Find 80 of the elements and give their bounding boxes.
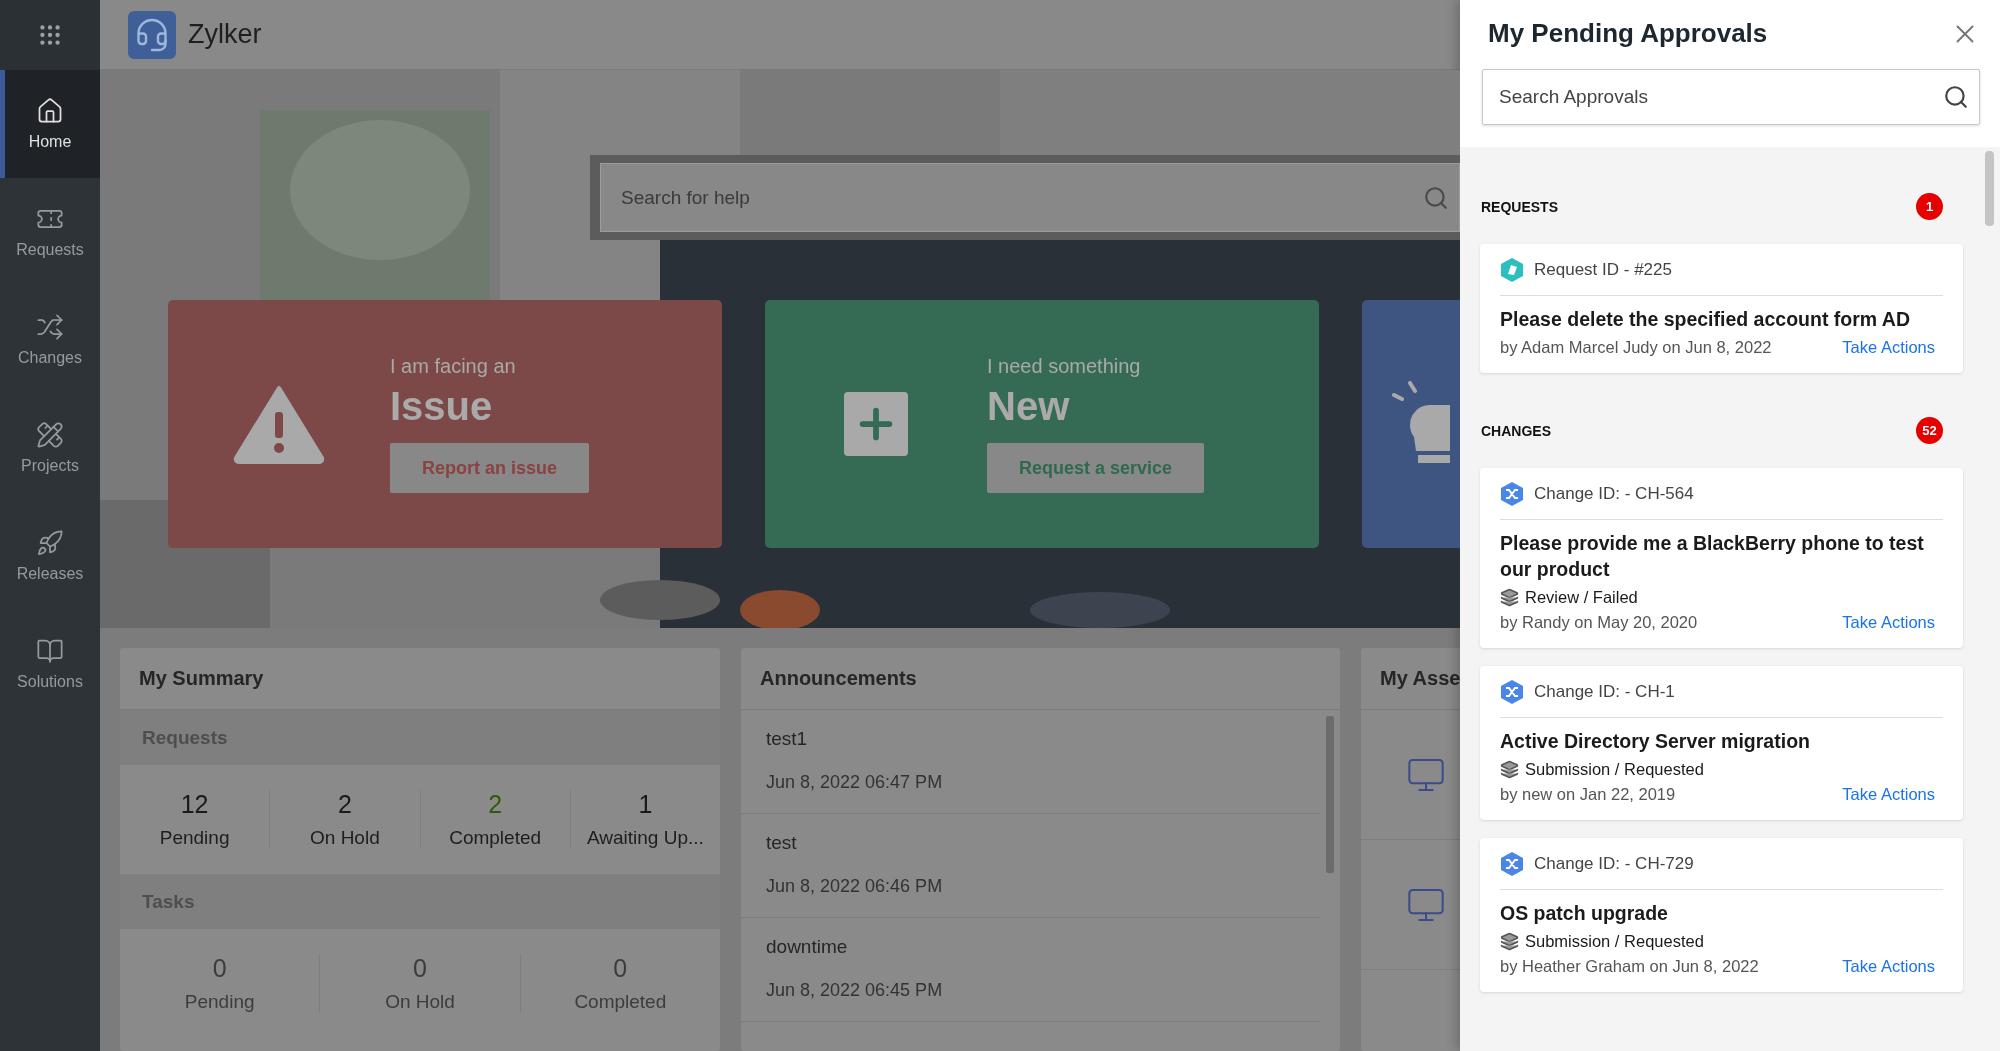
approval-id: Request ID - #225 xyxy=(1534,259,1672,280)
stat-count: 0 xyxy=(613,954,628,983)
card-subtitle: I need something xyxy=(987,355,1141,378)
approval-title: Please delete the specified account form AD xyxy=(1500,307,1911,332)
stat-label: On Hold xyxy=(310,827,380,849)
stat-count: 2 xyxy=(488,790,503,819)
section-heading: REQUESTS xyxy=(1481,198,1558,215)
take-actions-link[interactable]: Take Actions xyxy=(1842,957,1935,976)
stat-label: Pending xyxy=(159,827,230,849)
announcement-time: Jun 8, 2022 06:47 PM xyxy=(766,772,944,793)
announcement-title[interactable]: downtime xyxy=(766,936,1295,958)
sidebar-item[interactable]: Projects xyxy=(0,394,100,502)
approval-id: Change ID: - CH-1 xyxy=(1534,681,1675,702)
section-heading: CHANGES xyxy=(1481,422,1551,439)
card-title: New xyxy=(987,384,1070,429)
count-badge: 52 xyxy=(1916,417,1943,444)
stat-count: 12 xyxy=(180,790,209,819)
take-actions-link[interactable]: Take Actions xyxy=(1842,613,1935,632)
take-actions-link[interactable]: Take Actions xyxy=(1842,785,1935,804)
announcement-title[interactable]: test xyxy=(766,832,1295,854)
approval-byline: by new on Jan 22, 2019 xyxy=(1500,785,1676,804)
rocket-icon xyxy=(36,529,64,557)
approval-byline: by Randy on May 20, 2020 xyxy=(1500,613,1698,632)
panel-title: My Summary xyxy=(139,667,264,690)
sidebar-item[interactable]: Releases xyxy=(0,502,100,610)
sidebar-item[interactable]: Requests xyxy=(0,178,100,286)
approval-id: Change ID: - CH-729 xyxy=(1534,853,1694,874)
approval-byline: by Heather Graham on Jun 8, 2022 xyxy=(1500,957,1759,976)
approval-status: Review / Failed xyxy=(1525,588,1638,607)
stat-count: 0 xyxy=(413,954,427,983)
home-icon xyxy=(36,97,64,125)
announcement-time: Jun 8, 2022 06:46 PM xyxy=(766,876,944,897)
stat-label: Completed xyxy=(449,827,542,849)
sidebar-item[interactable]: Solutions xyxy=(0,610,100,718)
change-icon xyxy=(1500,850,1524,877)
approval-title: OS patch upgrade xyxy=(1500,901,1669,926)
take-actions-link[interactable]: Take Actions xyxy=(1842,338,1935,357)
sidebar-item[interactable]: Home xyxy=(0,70,100,178)
layers-icon xyxy=(1500,932,1519,951)
warning-icon xyxy=(233,384,325,464)
sidebar-item[interactable]: Changes xyxy=(0,286,100,394)
approval-id: Change ID: - CH-564 xyxy=(1534,483,1694,504)
book-icon xyxy=(36,637,64,665)
search-icon xyxy=(1943,84,1969,110)
approvals-search-field[interactable]: Search Approvals xyxy=(1482,69,1980,125)
stat-count: 0 xyxy=(212,954,227,983)
request-icon xyxy=(1500,256,1524,283)
approval-status: Submission / Requested xyxy=(1525,932,1704,951)
grid-icon xyxy=(37,22,63,48)
card-title: Issue xyxy=(390,384,493,429)
stat-label: On Hold xyxy=(385,991,455,1013)
stat-label: Pending xyxy=(184,991,255,1013)
brand-name: Zylker xyxy=(188,19,262,50)
panel-title: Announcements xyxy=(760,667,917,690)
plus-icon xyxy=(844,392,908,456)
change-icon xyxy=(1500,480,1524,507)
approval-title: Active Directory Server migration xyxy=(1500,729,1811,754)
card-subtitle: I am facing an xyxy=(390,355,516,378)
approval-title: Please provide me a BlackBerry phone to test our product xyxy=(1500,531,1925,582)
stat-count: 2 xyxy=(337,790,352,819)
change-icon xyxy=(1500,678,1524,705)
stat-label: Completed xyxy=(574,991,667,1013)
scrollbar[interactable] xyxy=(1985,151,1994,226)
layers-icon xyxy=(1500,588,1519,607)
shuffle-icon xyxy=(36,313,64,341)
approval-byline: by Adam Marcel Judy on Jun 8, 2022 xyxy=(1500,338,1772,357)
approval-status: Submission / Requested xyxy=(1525,760,1704,779)
help-search-field[interactable]: Search for help xyxy=(600,163,1460,232)
search-icon xyxy=(1423,184,1449,211)
ruler-pencil-icon xyxy=(36,421,64,449)
panel-title: My Asse xyxy=(1380,667,1460,690)
scrollbar[interactable] xyxy=(1326,716,1334,873)
count-badge: 1 xyxy=(1916,193,1943,220)
announcement-time: Jun 8, 2022 06:45 PM xyxy=(766,980,944,1001)
stat-count: 1 xyxy=(638,790,653,819)
stat-label: Awaiting Up... xyxy=(586,827,704,849)
announcement-title[interactable]: test1 xyxy=(766,728,1295,750)
drawer-title: My Pending Approvals xyxy=(1488,18,1768,49)
layers-icon xyxy=(1500,760,1519,779)
headset-logo-icon xyxy=(128,10,176,59)
